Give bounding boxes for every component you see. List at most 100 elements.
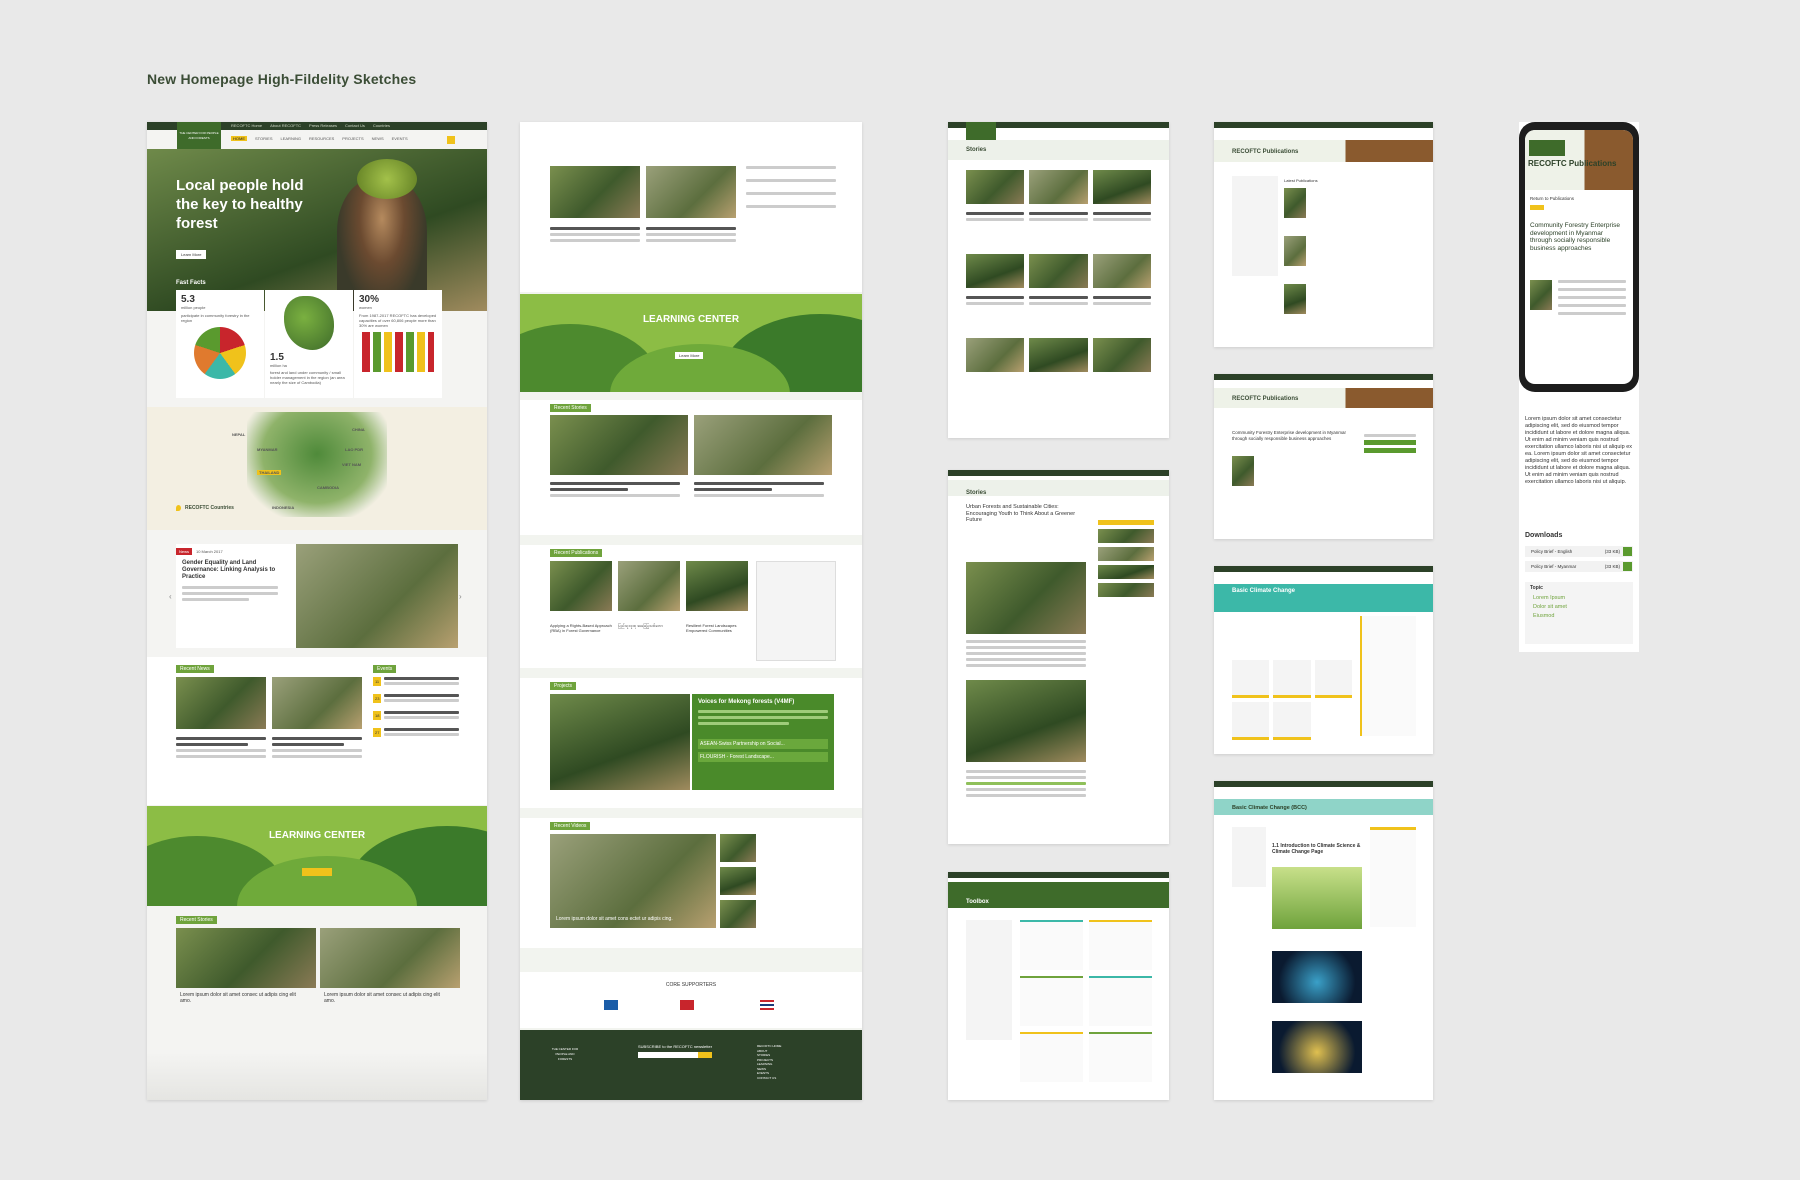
return-link[interactable]: Return to Publications [1530,196,1574,201]
video-caption: Lorem ipsum dolor sit amet cons ectet ur… [556,916,673,922]
map-label[interactable]: INDONESIA [272,505,294,510]
map-label[interactable]: VIET NAM [342,462,361,467]
subscribe-button[interactable] [698,1052,712,1058]
story-card-image[interactable] [176,928,316,988]
learn-more-button[interactable]: Learn More [675,352,704,359]
section-title: Recent News [176,665,214,673]
footer-link[interactable]: RECOFTC HOME [757,1044,781,1049]
publication-cover[interactable] [1284,284,1306,314]
course-modules [1232,660,1352,740]
publication-cover[interactable] [1284,236,1306,266]
topic-link[interactable]: Dolor sit amet [1533,604,1625,610]
featured-story[interactable]: News 10 March 2017 Gender Equality and L… [176,544,458,648]
section-title: Latest Publications [1284,178,1318,183]
map-label[interactable]: THAILAND [257,470,282,475]
story-card-title[interactable]: Lorem ipsum dolor sit amet consec ut adi… [324,992,444,1004]
nav-top: RECOFTC Home About RECOFTC Press Release… [231,123,390,128]
nav-link[interactable]: RECOFTC Home [231,123,262,128]
projects-section: Projects Voices for Mekong forests (V4MF… [520,678,862,808]
news-image[interactable] [550,166,640,218]
download-row[interactable]: Policy Brief - English (33 KB) [1525,546,1633,557]
video-thumbnail[interactable] [720,900,756,928]
lesson-page-sketch: Basic Climate Change (BCC) 1.1 Introduct… [1214,781,1433,1100]
story-card-image[interactable] [550,415,688,475]
site-logo[interactable] [1529,140,1565,156]
page-heading: Basic Climate Change [1232,588,1296,594]
download-icon[interactable] [1623,547,1632,556]
learning-center-banner[interactable]: LEARNING CENTER Learn More [520,294,862,392]
news-image[interactable] [176,677,266,729]
video-thumbnail[interactable] [720,834,756,862]
map-label[interactable]: LAO PDR [345,447,363,452]
map-label[interactable]: MYANMAR [257,447,278,452]
publication-title[interactable]: Resilient Forest Landscapes Empowered Co… [686,623,748,633]
nav-link[interactable]: About RECOFTC [270,123,301,128]
carousel-prev-icon[interactable]: ‹ [169,592,172,601]
subscribe-input[interactable] [638,1052,698,1058]
toolbox-page-sketch: Toolbox [948,872,1169,1100]
publication-title: Community Forestry Enterprise developmen… [1232,430,1347,441]
story-card-image[interactable] [694,415,832,475]
nav-projects[interactable]: PROJECTS [342,136,363,141]
search-icon[interactable] [447,136,455,144]
story-card-title[interactable]: Lorem ipsum dolor sit amet consec ut adi… [180,992,300,1004]
nav-link[interactable]: Countries [373,123,390,128]
news-grid [520,122,862,292]
nav-learning[interactable]: LEARNING [281,136,301,141]
publication-cover[interactable] [550,561,612,611]
topic-box: Topic Lorem Ipsum Dolor sit amet Eiusmod [1525,582,1633,644]
topic-heading: Topic [1530,585,1543,591]
publication-cover[interactable] [618,561,680,611]
location-pin-icon [176,505,181,511]
video-player[interactable] [1272,1021,1362,1073]
nav-stories[interactable]: STORIES [255,136,273,141]
project-image[interactable] [550,694,690,790]
nav-home[interactable]: HOME [231,136,247,141]
article-sidebar [1098,520,1154,601]
publication-title[interactable]: Applying a Rights-Based Approach (RBA) i… [550,623,612,633]
core-supporters: CORE SUPPORTERS [520,972,862,1028]
topic-link[interactable]: Eiusmod [1533,613,1625,619]
topic-link[interactable]: Lorem Ipsum [1533,595,1625,601]
news-image[interactable] [272,677,362,729]
news-section: Recent News Events 11 23 18 27 [147,657,487,805]
article-page-sketch: Stories Urban Forests and Sustainable Ci… [948,470,1169,844]
recent-stories: Recent Stories [520,400,862,535]
print-button[interactable] [1530,205,1544,210]
publication-cover[interactable] [686,561,748,611]
project-title[interactable]: Voices for Mekong forests (V4MF) [698,699,828,705]
project-item[interactable]: FLOURISH - Forest Landscape... [698,752,828,762]
nav-news[interactable]: NEWS [372,136,384,141]
news-image[interactable] [646,166,736,218]
nav-resources[interactable]: RESOURCES [309,136,334,141]
recent-videos: Recent Videos Lorem ipsum dolor sit amet… [520,818,862,948]
carousel-next-icon[interactable]: › [459,592,462,601]
subscribe-label: SUBSCRIBE to the RECOFTC newsletter [638,1044,713,1049]
map-label[interactable]: CAMBODIA [317,485,339,490]
recent-publications: Recent Publications Applying a Rights-Ba… [520,545,862,668]
video-player[interactable] [1272,951,1362,1003]
news-text [272,737,362,758]
countries-link[interactable]: RECOFTC Countries [185,505,234,511]
story-card-image[interactable] [320,928,460,988]
learning-center-banner[interactable]: LEARNING CENTER [147,806,487,906]
download-icon[interactable] [1623,562,1632,571]
hero-button[interactable]: Learn More [176,250,207,259]
download-row[interactable]: Policy Brief - Myanmar (33 KB) [1525,561,1633,572]
map-label[interactable]: CHINA [352,427,365,432]
video-thumbnail[interactable] [720,867,756,895]
site-logo[interactable]: THE CENTER FOR PEOPLE AND FORESTS [177,122,221,149]
nav-link[interactable]: Press Releases [309,123,337,128]
publication-title[interactable]: ပြည်သူလူထု အခြေပြုသစ်တော [618,623,680,628]
footer-link[interactable]: CONTACT US [757,1076,781,1081]
nav-events[interactable]: EVENTS [392,136,408,141]
nav-link[interactable]: Contact Us [345,123,365,128]
learn-more-button[interactable] [302,868,332,876]
video-thumbnail[interactable] [550,834,716,928]
map-label[interactable]: NEPAL [232,432,245,437]
project-item[interactable]: ASEAN-Swiss Partnership on Social... [698,739,828,749]
lesson-title: 1.1 Introduction to Climate Science & Cl… [1272,843,1361,855]
publication-cover[interactable] [1284,188,1306,218]
site-logo[interactable] [966,122,996,140]
download-name: Policy Brief - English [1531,549,1573,554]
